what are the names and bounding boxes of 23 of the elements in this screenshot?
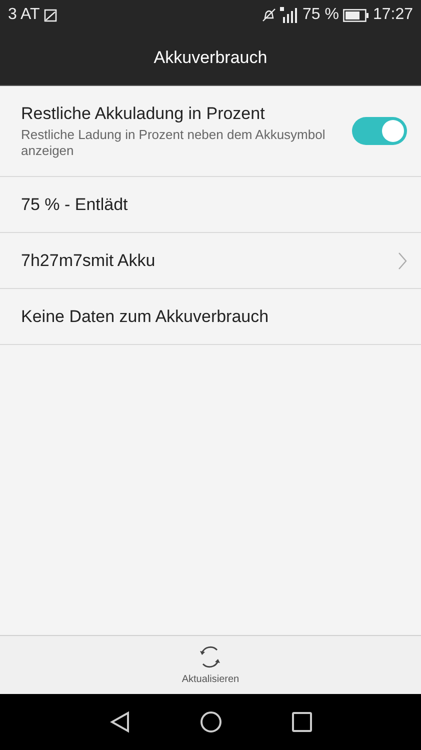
- row-title: Restliche Akkuladung in Prozent: [21, 104, 266, 124]
- settings-row[interactable]: 75 % - Entlädt: [0, 177, 421, 233]
- row-subtitle: Restliche Ladung in Prozent neben dem Akkusymbol anzeigen: [21, 126, 326, 158]
- home-button[interactable]: [200, 711, 222, 733]
- chevron-right-icon: [398, 252, 407, 270]
- row-title: 75 % - Entlädt: [21, 194, 129, 214]
- battery-icon: [342, 8, 369, 22]
- battery-percent: 75 %: [302, 6, 339, 24]
- carrier-label: 3 AT: [8, 6, 40, 24]
- signal-icon: [280, 7, 298, 23]
- row-title: 7h27m7smit Akku: [21, 250, 156, 270]
- toggle-switch[interactable]: [352, 117, 407, 145]
- screen-title: Akkuverbrauch: [154, 48, 268, 68]
- settings-row[interactable]: Keine Daten zum Akkuverbrauch: [0, 289, 421, 345]
- image-icon: [44, 8, 57, 22]
- settings-row[interactable]: Restliche Akkuladung in Prozent Restliche Ladung in Prozent neben dem Akkusymbol anzeigen: [0, 86, 421, 177]
- row-title: Keine Daten zum Akkuverbrauch: [21, 306, 270, 326]
- settings-row[interactable]: 7h27m7smit Akku: [0, 233, 421, 289]
- clock: 17:27: [372, 6, 413, 24]
- back-button[interactable]: [110, 711, 130, 733]
- refresh-button[interactable]: Aktualisieren: [182, 636, 240, 694]
- recents-button[interactable]: [292, 712, 312, 732]
- muted-bell-icon: [262, 8, 276, 22]
